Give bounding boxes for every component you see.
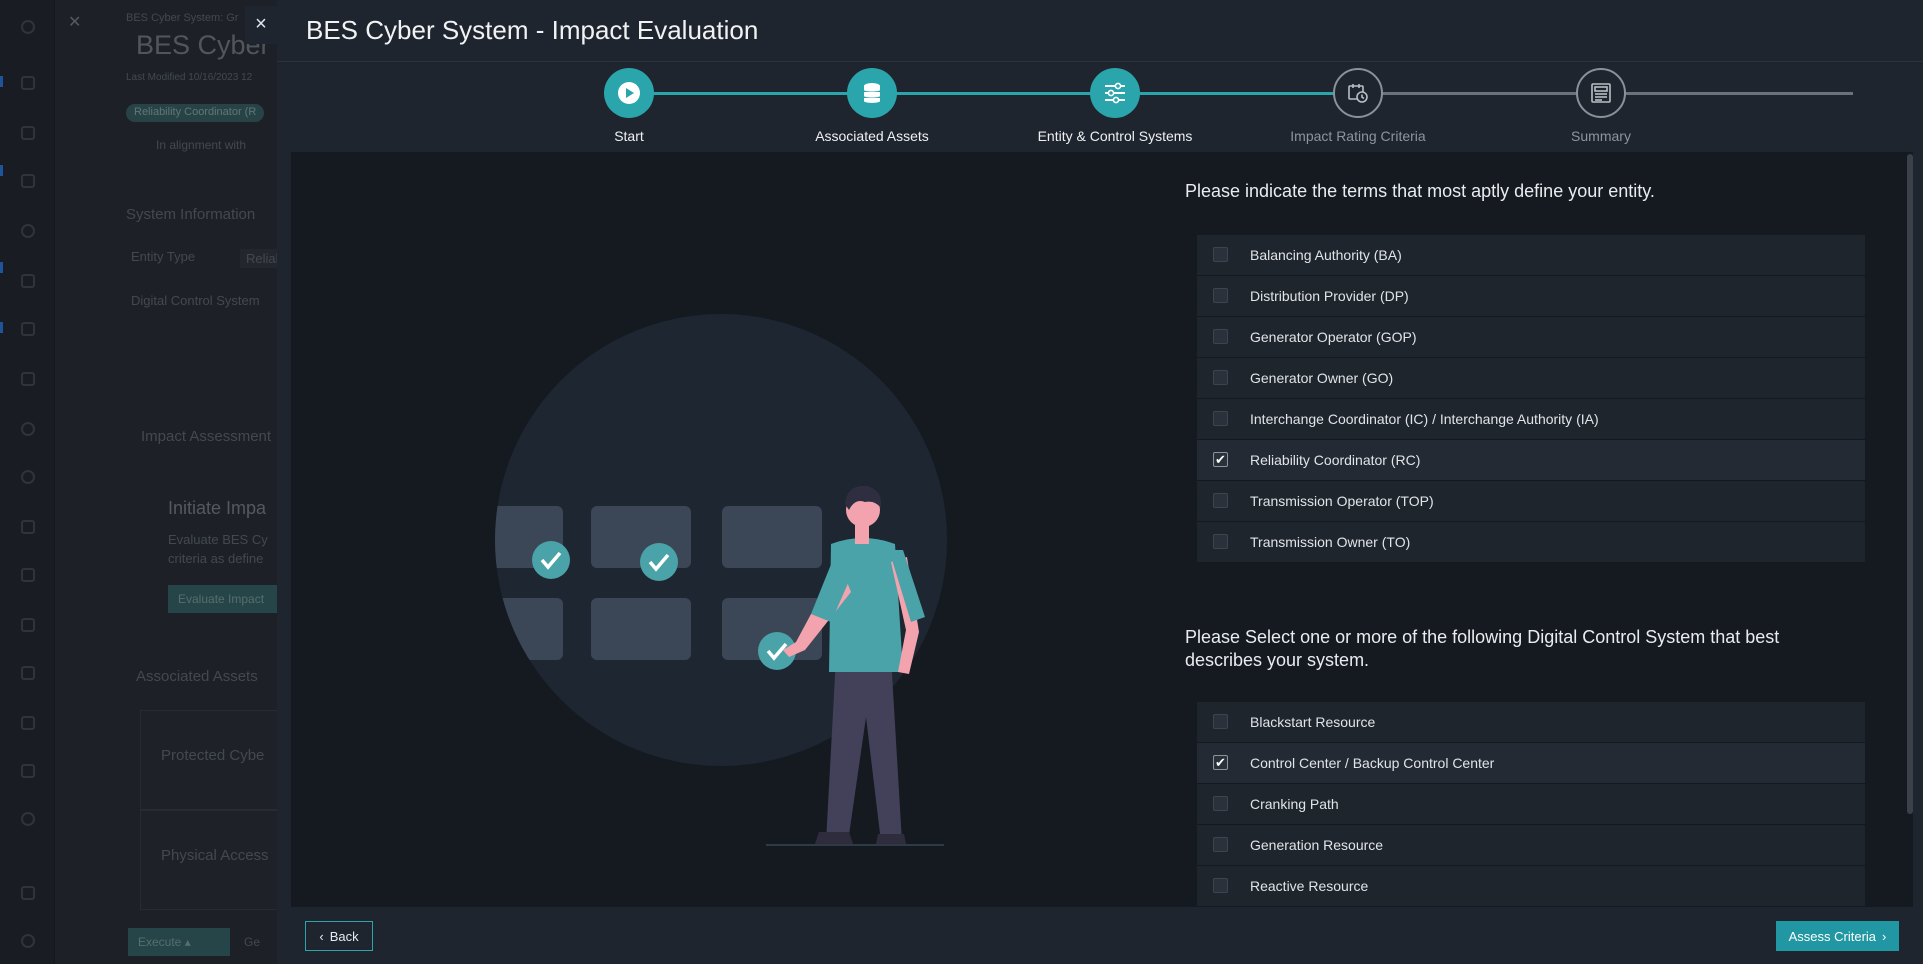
checkbox[interactable] bbox=[1213, 837, 1228, 852]
checklist-illustration bbox=[291, 152, 1171, 907]
calendar-clock-icon bbox=[1333, 68, 1383, 118]
step-associated-assets[interactable]: Associated Assets bbox=[752, 68, 992, 144]
modal-close-button[interactable]: × bbox=[245, 6, 277, 44]
step-label: Impact Rating Criteria bbox=[1290, 128, 1426, 144]
checkbox[interactable] bbox=[1213, 714, 1228, 729]
back-button-label: Back bbox=[329, 928, 359, 944]
step-label: Summary bbox=[1571, 128, 1631, 144]
modal-footer: ‹ Back Assess Criteria › bbox=[277, 907, 1923, 964]
option-label: Control Center / Backup Control Center bbox=[1250, 755, 1495, 771]
entity-options-list: Balancing Authority (BA) Distribution Pro… bbox=[1197, 235, 1865, 563]
checkbox[interactable] bbox=[1213, 370, 1228, 385]
dcs-options-list: Blackstart Resource ✔ Control Center / Bac… bbox=[1197, 702, 1865, 907]
dcs-option-row[interactable]: Reactive Resource bbox=[1197, 866, 1865, 907]
chevron-left-icon: ‹ bbox=[319, 928, 324, 944]
impact-evaluation-modal: BES Cyber System - Impact Evaluation Sta… bbox=[277, 0, 1923, 964]
modal-body: Please indicate the terms that most aptl… bbox=[291, 152, 1913, 907]
document-list-icon bbox=[1576, 68, 1626, 118]
entity-option-row[interactable]: Transmission Owner (TO) bbox=[1197, 522, 1865, 563]
option-label: Cranking Path bbox=[1250, 796, 1339, 812]
entity-option-row[interactable]: Generator Owner (GO) bbox=[1197, 358, 1865, 399]
entity-option-row[interactable]: Distribution Provider (DP) bbox=[1197, 276, 1865, 317]
checkbox[interactable] bbox=[1213, 247, 1228, 262]
option-label: Reactive Resource bbox=[1250, 878, 1369, 894]
step-label: Entity & Control Systems bbox=[1037, 128, 1193, 144]
option-label: Reliability Coordinator (RC) bbox=[1250, 452, 1421, 468]
checkbox[interactable] bbox=[1213, 411, 1228, 426]
option-label: Transmission Operator (TOP) bbox=[1250, 493, 1434, 509]
checkbox[interactable] bbox=[1213, 796, 1228, 811]
checkbox-checked[interactable]: ✔ bbox=[1213, 452, 1228, 467]
checkbox-checked[interactable]: ✔ bbox=[1213, 755, 1228, 770]
step-start[interactable]: Start bbox=[509, 68, 749, 144]
scrollbar[interactable] bbox=[1907, 154, 1913, 814]
assess-button-label: Assess Criteria bbox=[1788, 928, 1877, 944]
dcs-option-row[interactable]: Cranking Path bbox=[1197, 784, 1865, 825]
option-label: Generation Resource bbox=[1250, 837, 1384, 853]
entity-option-row[interactable]: ✔ Reliability Coordinator (RC) bbox=[1197, 440, 1865, 481]
checkbox[interactable] bbox=[1213, 534, 1228, 549]
sliders-icon bbox=[1090, 68, 1140, 118]
dcs-option-row[interactable]: Blackstart Resource bbox=[1197, 702, 1865, 743]
chevron-right-icon: › bbox=[1882, 928, 1887, 944]
option-label: Interchange Coordinator (IC) / Interchan… bbox=[1250, 411, 1599, 427]
entity-option-row[interactable]: Balancing Authority (BA) bbox=[1197, 235, 1865, 276]
entity-option-row[interactable]: Transmission Operator (TOP) bbox=[1197, 481, 1865, 522]
checkbox[interactable] bbox=[1213, 288, 1228, 303]
database-icon bbox=[847, 68, 897, 118]
checkbox[interactable] bbox=[1213, 493, 1228, 508]
option-label: Distribution Provider (DP) bbox=[1250, 288, 1409, 304]
dcs-option-row[interactable]: ✔ Control Center / Backup Control Center bbox=[1197, 743, 1865, 784]
modal-title: BES Cyber System - Impact Evaluation bbox=[306, 15, 759, 45]
entity-option-row[interactable]: Interchange Coordinator (IC) / Interchan… bbox=[1197, 399, 1865, 440]
option-label: Blackstart Resource bbox=[1250, 714, 1376, 730]
step-label: Start bbox=[614, 128, 644, 144]
entity-option-row[interactable]: Generator Operator (GOP) bbox=[1197, 317, 1865, 358]
step-summary[interactable]: Summary bbox=[1481, 68, 1721, 144]
dcs-question: Please Select one or more of the followi… bbox=[1185, 627, 1780, 670]
step-impact-rating-criteria[interactable]: Impact Rating Criteria bbox=[1238, 68, 1478, 144]
option-label: Generator Operator (GOP) bbox=[1250, 329, 1417, 345]
modal-header: BES Cyber System - Impact Evaluation bbox=[277, 0, 1923, 62]
step-entity-control-systems[interactable]: Entity & Control Systems bbox=[995, 68, 1235, 144]
checkbox[interactable] bbox=[1213, 878, 1228, 893]
step-label: Associated Assets bbox=[815, 128, 929, 144]
wizard-stepper: Start Associated Assets Entity & Control… bbox=[277, 62, 1923, 152]
back-button[interactable]: ‹ Back bbox=[305, 921, 373, 951]
assess-criteria-button[interactable]: Assess Criteria › bbox=[1776, 921, 1899, 951]
dcs-option-row[interactable]: Generation Resource bbox=[1197, 825, 1865, 866]
option-label: Balancing Authority (BA) bbox=[1250, 247, 1402, 263]
option-label: Generator Owner (GO) bbox=[1250, 370, 1394, 386]
play-icon bbox=[604, 68, 654, 118]
checkbox[interactable] bbox=[1213, 329, 1228, 344]
entity-question: Please indicate the terms that most aptl… bbox=[1185, 181, 1655, 201]
entity-form: Please indicate the terms that most aptl… bbox=[1171, 152, 1913, 907]
option-label: Transmission Owner (TO) bbox=[1250, 534, 1411, 550]
